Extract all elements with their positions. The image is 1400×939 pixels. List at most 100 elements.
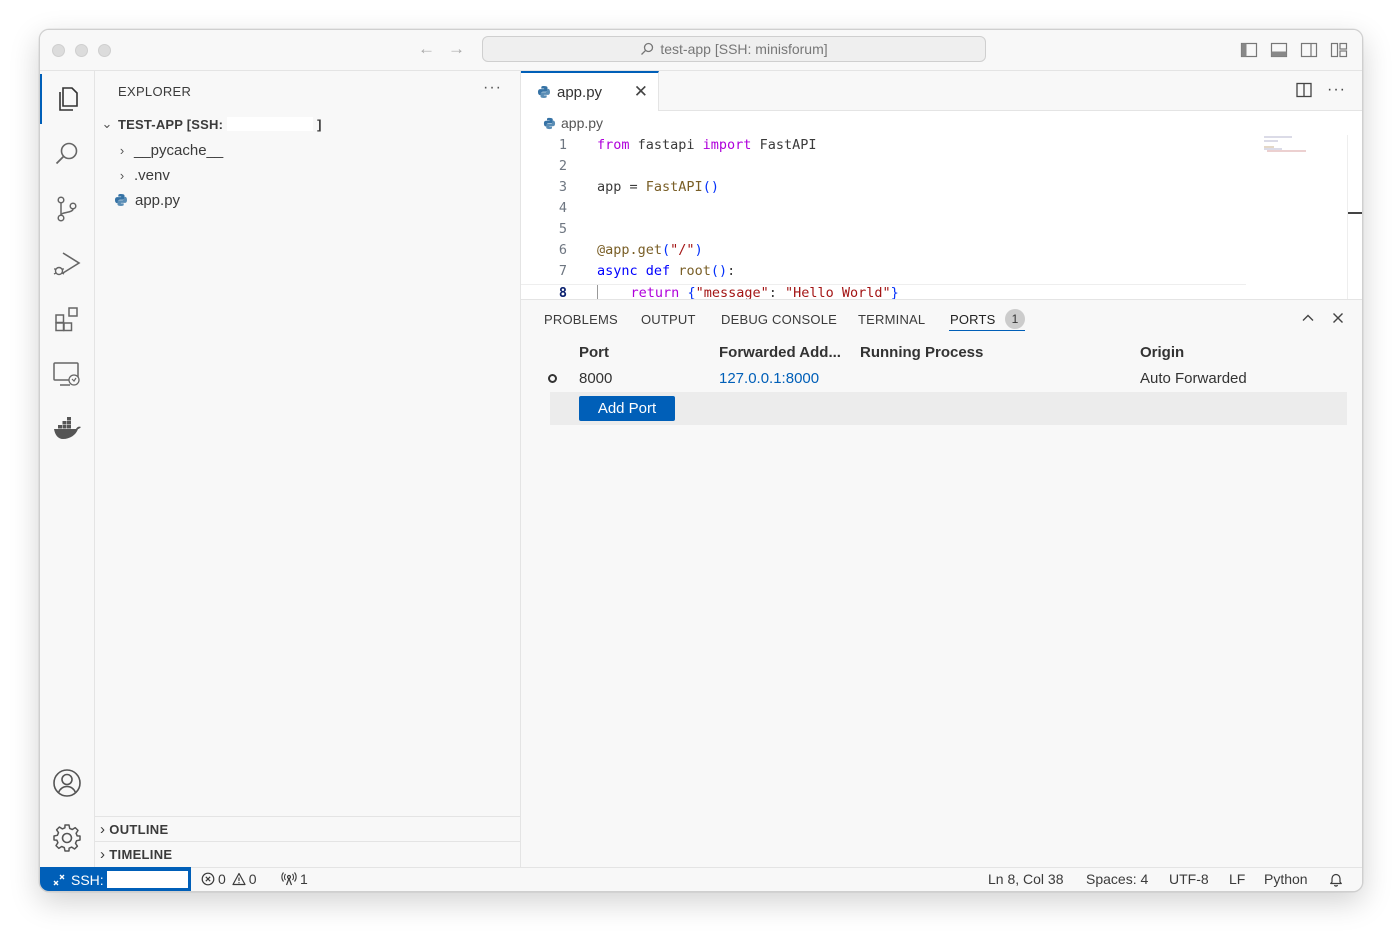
- editor-scrollbar[interactable]: [1347, 135, 1362, 299]
- editor-group: app.py ✕ ··· app.py 1 from fastapi import…: [521, 71, 1362, 301]
- tree-item-app-py[interactable]: app.py: [95, 188, 520, 212]
- accounts-activity[interactable]: [40, 758, 94, 808]
- problems-status[interactable]: 0 0: [201, 871, 257, 887]
- toggle-secondary-sidebar-icon[interactable]: [1300, 41, 1318, 59]
- chevron-right-icon: ›: [100, 820, 106, 838]
- port-status-icon: [548, 374, 557, 383]
- ports-count-badge: 1: [1005, 309, 1025, 329]
- extensions-icon: [55, 307, 78, 332]
- gear-icon: [53, 824, 81, 852]
- files-icon: [59, 87, 78, 111]
- eol-status[interactable]: LF: [1229, 871, 1245, 887]
- bell-icon: [1330, 873, 1342, 887]
- column-running-process[interactable]: Running Process: [860, 344, 983, 361]
- forwarded-address-link[interactable]: 127.0.0.1:8000: [719, 370, 819, 387]
- code-line: 2: [521, 158, 1362, 179]
- breadcrumb-file: app.py: [561, 115, 604, 131]
- zoom-window-button[interactable]: [98, 44, 111, 57]
- close-icon[interactable]: ✕: [634, 82, 648, 102]
- add-port-button[interactable]: Add Port: [579, 396, 675, 421]
- search-activity[interactable]: [40, 129, 94, 179]
- sidebar-title: EXPLORER: [118, 84, 192, 99]
- tab-output[interactable]: OUTPUT: [641, 312, 696, 327]
- bottom-panel: PROBLEMS OUTPUT DEBUG CONSOLE TERMINAL P…: [521, 299, 1362, 868]
- redacted-host: [106, 871, 188, 888]
- account-icon: [53, 769, 81, 797]
- notifications-status[interactable]: [1329, 872, 1343, 887]
- timeline-label: TIMELINE: [109, 846, 173, 862]
- python-file-icon: [538, 86, 550, 98]
- remote-explorer-activity[interactable]: [40, 349, 94, 399]
- cursor-position[interactable]: Ln 8, Col 38: [988, 871, 1064, 887]
- minimize-window-button[interactable]: [75, 44, 88, 57]
- run-debug-activity[interactable]: [40, 239, 94, 289]
- line-number: 3: [558, 179, 567, 195]
- back-arrow-icon[interactable]: ←: [418, 39, 435, 59]
- code-line: 1 from fastapi import FastAPI: [521, 137, 1362, 158]
- column-origin[interactable]: Origin: [1140, 344, 1184, 361]
- toggle-primary-sidebar-icon[interactable]: [1240, 41, 1258, 59]
- chevron-right-icon: ›: [100, 845, 106, 863]
- split-editor-icon[interactable]: [1295, 81, 1313, 99]
- more-actions-icon[interactable]: ···: [483, 79, 502, 97]
- encoding-status[interactable]: UTF-8: [1169, 871, 1209, 887]
- tab-problems[interactable]: PROBLEMS: [544, 312, 618, 327]
- toggle-panel-icon[interactable]: [1270, 41, 1288, 59]
- forward-arrow-icon[interactable]: →: [448, 39, 465, 59]
- line-number: 5: [558, 221, 567, 237]
- explorer-sidebar: EXPLORER ··· ⌄ TEST-APP [SSH: ] › __pyca…: [95, 71, 521, 867]
- outline-section[interactable]: › OUTLINE: [95, 816, 520, 841]
- manage-activity[interactable]: [40, 813, 94, 863]
- maximize-panel-icon[interactable]: [1300, 310, 1316, 326]
- warning-count: 0: [248, 871, 257, 887]
- docker-activity[interactable]: [40, 404, 94, 454]
- language-mode-status[interactable]: Python: [1264, 871, 1308, 887]
- column-port[interactable]: Port: [579, 344, 609, 361]
- port-value[interactable]: 8000: [579, 370, 612, 387]
- origin-value: Auto Forwarded: [1140, 370, 1247, 387]
- column-forwarded-address[interactable]: Forwarded Add...: [719, 344, 841, 361]
- close-panel-icon[interactable]: [1330, 310, 1346, 326]
- tab-debug-console[interactable]: DEBUG CONSOLE: [721, 312, 837, 327]
- line-number: 7: [558, 263, 567, 279]
- remote-indicator[interactable]: SSH:: [40, 867, 191, 891]
- close-window-button[interactable]: [52, 44, 65, 57]
- tree-item-label: app.py: [135, 191, 181, 209]
- tab-app-py[interactable]: app.py ✕: [521, 71, 659, 111]
- breadcrumb[interactable]: app.py: [543, 115, 603, 131]
- source-control-activity[interactable]: [40, 184, 94, 234]
- tree-item-venv[interactable]: › .venv: [95, 163, 520, 187]
- code-line: 6 @app.get("/"): [521, 242, 1362, 263]
- remote-explorer-icon: [53, 362, 80, 386]
- tab-ports[interactable]: PORTS: [950, 312, 996, 327]
- search-icon: [55, 142, 78, 165]
- code-line: 5: [521, 221, 1362, 242]
- minimap[interactable]: [1262, 135, 1312, 159]
- more-actions-icon[interactable]: ···: [1327, 81, 1346, 99]
- forwarded-ports-status[interactable]: 1: [281, 871, 308, 887]
- vscode-window: ← → test-app [SSH: minisforum] EXPLORER …: [39, 29, 1363, 892]
- workspace-root-label: TEST-APP [SSH:: [118, 116, 224, 132]
- remote-icon: [53, 874, 65, 885]
- timeline-section[interactable]: › TIMELINE: [95, 841, 520, 866]
- docker-icon: [54, 417, 81, 439]
- explorer-activity[interactable]: [40, 74, 94, 124]
- line-number: 1: [558, 137, 567, 153]
- workspace-root[interactable]: ⌄ TEST-APP [SSH: ]: [95, 112, 520, 136]
- extensions-activity[interactable]: [40, 294, 94, 344]
- redacted-host: [227, 117, 314, 131]
- tab-terminal[interactable]: TERMINAL: [858, 312, 925, 327]
- command-center[interactable]: test-app [SSH: minisforum]: [482, 36, 986, 62]
- chevron-right-icon: ›: [119, 167, 125, 183]
- python-file-icon: [115, 194, 127, 206]
- indentation-status[interactable]: Spaces: 4: [1086, 871, 1148, 887]
- code-line: 4: [521, 200, 1362, 221]
- scroll-position-marker: [1348, 212, 1362, 214]
- code-line: 3 app = FastAPI(): [521, 179, 1362, 200]
- title-bar: ← → test-app [SSH: minisforum]: [40, 30, 1362, 71]
- active-tab-indicator: [949, 330, 1025, 331]
- chevron-right-icon: ›: [119, 142, 125, 158]
- forwarded-ports-count: 1: [300, 871, 308, 887]
- tree-item-pycache[interactable]: › __pycache__: [95, 138, 520, 162]
- customize-layout-icon[interactable]: [1330, 41, 1348, 59]
